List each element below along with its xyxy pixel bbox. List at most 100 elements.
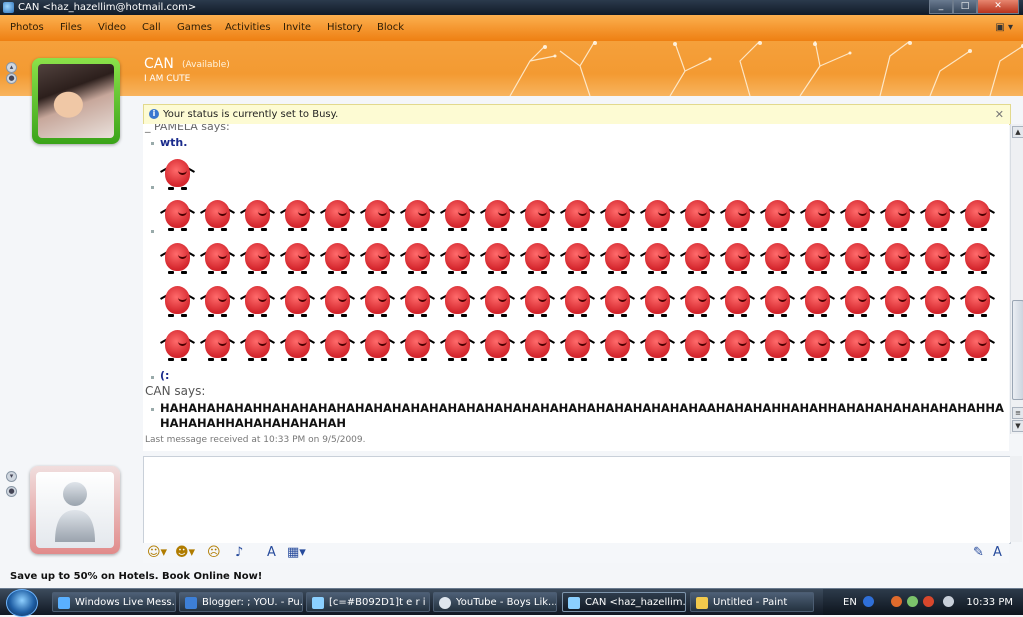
contact-header: CAN (Available) I AM CUTE [0, 41, 1023, 96]
dancing-emoticon-icon [440, 284, 475, 322]
menu-files[interactable]: Files [60, 22, 82, 33]
scroll-page-icon[interactable]: ≡ [1012, 407, 1023, 419]
dancing-emoticon-icon [200, 241, 235, 279]
menu-call[interactable]: Call [142, 22, 161, 33]
browser-icon [185, 597, 197, 609]
ad-bar: Save up to 50% on Hotels. Book Online No… [0, 566, 1023, 586]
start-button[interactable] [6, 589, 38, 617]
handwriting-icon[interactable]: ✎ [973, 545, 984, 560]
emoticon-row [160, 198, 995, 236]
own-picture-options-icon[interactable]: ● [6, 486, 17, 497]
infobar-close-button[interactable]: ✕ [995, 105, 1004, 124]
status-infobar: i Your status is currently set to Busy. … [143, 104, 1011, 125]
dancing-emoticon-icon [920, 198, 955, 236]
emoticon-picker-icon[interactable]: ☺▾ [147, 545, 167, 560]
menu-block[interactable]: Block [377, 22, 404, 33]
dancing-emoticon-icon [920, 284, 955, 322]
dancing-emoticon-icon [320, 198, 355, 236]
menu-photos[interactable]: Photos [10, 22, 44, 33]
sender-label: _ PAMELA says: [145, 124, 230, 133]
last-message-info: Last message received at 10:33 PM on 9/5… [145, 435, 366, 445]
taskbar-item-chat[interactable]: [c=#B092D1]t e r i , ... [306, 592, 430, 612]
menu-video[interactable]: Video [98, 22, 126, 33]
personal-message: I AM CUTE [144, 74, 191, 84]
display-picture-options-icon[interactable]: ● [6, 73, 17, 84]
bullet [151, 186, 154, 189]
dancing-emoticon-icon [840, 284, 875, 322]
language-indicator[interactable]: EN [843, 597, 857, 608]
dancing-emoticon-icon [560, 198, 595, 236]
scroll-up-icon[interactable]: ▲ [1012, 126, 1023, 138]
taskbar-item-blogger[interactable]: Blogger: ; YOU. - Pu... [179, 592, 303, 612]
taskbar-item-can[interactable]: CAN <haz_hazellim... [562, 592, 686, 612]
maximize-button[interactable]: □ [953, 0, 977, 14]
dancing-emoticon-icon [720, 198, 755, 236]
contact-avatar[interactable] [32, 58, 120, 144]
clock[interactable]: 10:33 PM [966, 597, 1013, 608]
dancing-emoticon-icon [480, 198, 515, 236]
dancing-emoticon-icon [920, 328, 955, 366]
input-scrollbar[interactable] [1010, 456, 1022, 542]
dancing-emoticon-icon [880, 328, 915, 366]
dancing-emoticon-icon [800, 284, 835, 322]
tray-app-icon[interactable] [891, 596, 902, 607]
conversation-scrollbar[interactable]: ▲ ≡ ▼ [1010, 124, 1023, 434]
dancing-emoticon-icon [640, 241, 675, 279]
wink-picker-icon[interactable]: ☻▾ [175, 545, 195, 560]
dancing-emoticon-icon [960, 198, 995, 236]
dancing-emoticon-icon [240, 198, 275, 236]
dancing-emoticon-icon [440, 198, 475, 236]
message-input[interactable] [143, 456, 1011, 544]
menu-activities[interactable]: Activities [225, 22, 271, 33]
dancing-emoticon-icon [840, 328, 875, 366]
close-button[interactable]: ✕ [977, 0, 1019, 14]
taskbar-item-paint[interactable]: Untitled - Paint [690, 592, 814, 612]
bullet [151, 142, 154, 145]
dancing-emoticon-icon [240, 241, 275, 279]
voice-clip-icon[interactable]: ♪ [235, 545, 243, 560]
taskbar-item-youtube[interactable]: YouTube - Boys Lik... [433, 592, 557, 612]
options-menu-icon[interactable]: ▣ ▾ [995, 22, 1013, 33]
emoticon-row [160, 241, 995, 279]
dancing-emoticon-icon [360, 198, 395, 236]
minimize-button[interactable]: _ [929, 0, 953, 14]
dancing-emoticon-icon [560, 241, 595, 279]
contact-status: (Available) [182, 60, 230, 70]
background-picker-icon[interactable]: ▦▾ [287, 545, 306, 560]
scroll-down-icon[interactable]: ▼ [1012, 420, 1023, 432]
own-avatar[interactable] [30, 466, 120, 554]
volume-icon[interactable] [943, 596, 954, 607]
dancing-emoticon-icon [840, 198, 875, 236]
dancing-emoticon-icon [880, 284, 915, 322]
collapse-arrow-icon[interactable]: ▴ [6, 62, 17, 73]
tray-app-icon[interactable] [923, 596, 934, 607]
ad-link[interactable]: Save up to 50% on Hotels. Book Online No… [10, 571, 262, 582]
menu-history[interactable]: History [327, 22, 363, 33]
contact-photo [38, 64, 114, 138]
dancing-emoticon-icon [760, 284, 795, 322]
expand-arrow-icon[interactable]: ▾ [6, 471, 17, 482]
menu-bar: Photos Files Video Call Games Activities… [0, 15, 1023, 42]
dancing-emoticon-icon [160, 328, 195, 366]
network-icon[interactable] [907, 596, 918, 607]
scroll-thumb[interactable] [1012, 300, 1023, 400]
taskbar-item-messenger[interactable]: Windows Live Mess... [52, 592, 176, 612]
dancing-emoticon-icon [480, 328, 515, 366]
font-icon[interactable]: A [267, 545, 276, 560]
menu-invite[interactable]: Invite [283, 22, 311, 33]
input-toolbar: ☺▾ ☻▾ ☹ ♪ A ▦▾ ✎ A [143, 543, 1009, 563]
bullet [151, 408, 154, 411]
nudge-icon[interactable]: ☹ [207, 545, 221, 560]
menu-games[interactable]: Games [177, 22, 212, 33]
dancing-emoticon-icon [720, 328, 755, 366]
dancing-emoticon-icon [400, 241, 435, 279]
dancing-emoticon-icon [760, 198, 795, 236]
dancing-emoticon-icon [360, 284, 395, 322]
dancing-emoticon-icon [440, 241, 475, 279]
text-mode-icon[interactable]: A [993, 545, 1002, 560]
dancing-emoticon-icon [640, 284, 675, 322]
dancing-emoticon-icon [240, 328, 275, 366]
help-icon[interactable] [863, 596, 874, 607]
dancing-emoticon-icon [600, 328, 635, 366]
dancing-emoticon-icon [680, 198, 715, 236]
